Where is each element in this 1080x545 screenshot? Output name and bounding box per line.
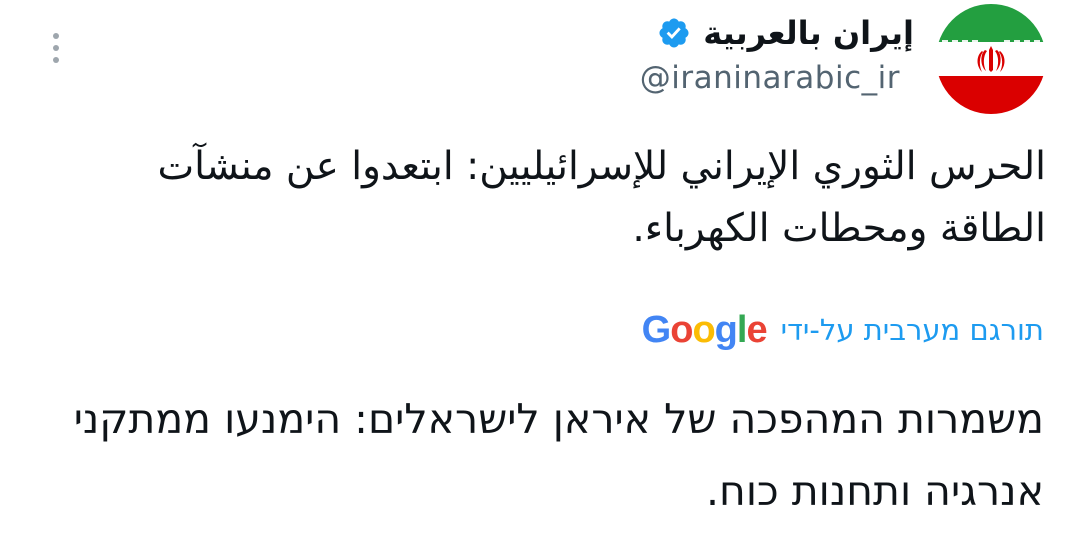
translated-by-label: תורגם מערבית על-ידי: [780, 313, 1044, 347]
translated-tweet-text: משמרות המהפכה של איראן לישראלים: הימנעו …: [73, 395, 1044, 515]
verified-badge-icon: [659, 18, 689, 48]
tweet-text: الحرس الثوري الإيراني للإسرائيليين: ابتع…: [157, 144, 1046, 251]
google-logo: Google: [641, 308, 768, 351]
translation-attribution[interactable]: תורגם מערבית על-ידי Google: [642, 306, 1044, 354]
tweet-card: إيران بالعربية @iraninarabic_ir الحرس ال…: [0, 0, 1080, 545]
account-handle[interactable]: @iraninarabic_ir: [640, 60, 900, 96]
display-name[interactable]: إيران بالعربية: [703, 14, 914, 52]
avatar[interactable]: [936, 4, 1046, 114]
iran-flag-icon: [936, 4, 1046, 114]
more-options-button[interactable]: [38, 26, 74, 70]
more-vertical-icon: [53, 33, 59, 39]
account-name-row: إيران بالعربية: [657, 8, 914, 58]
